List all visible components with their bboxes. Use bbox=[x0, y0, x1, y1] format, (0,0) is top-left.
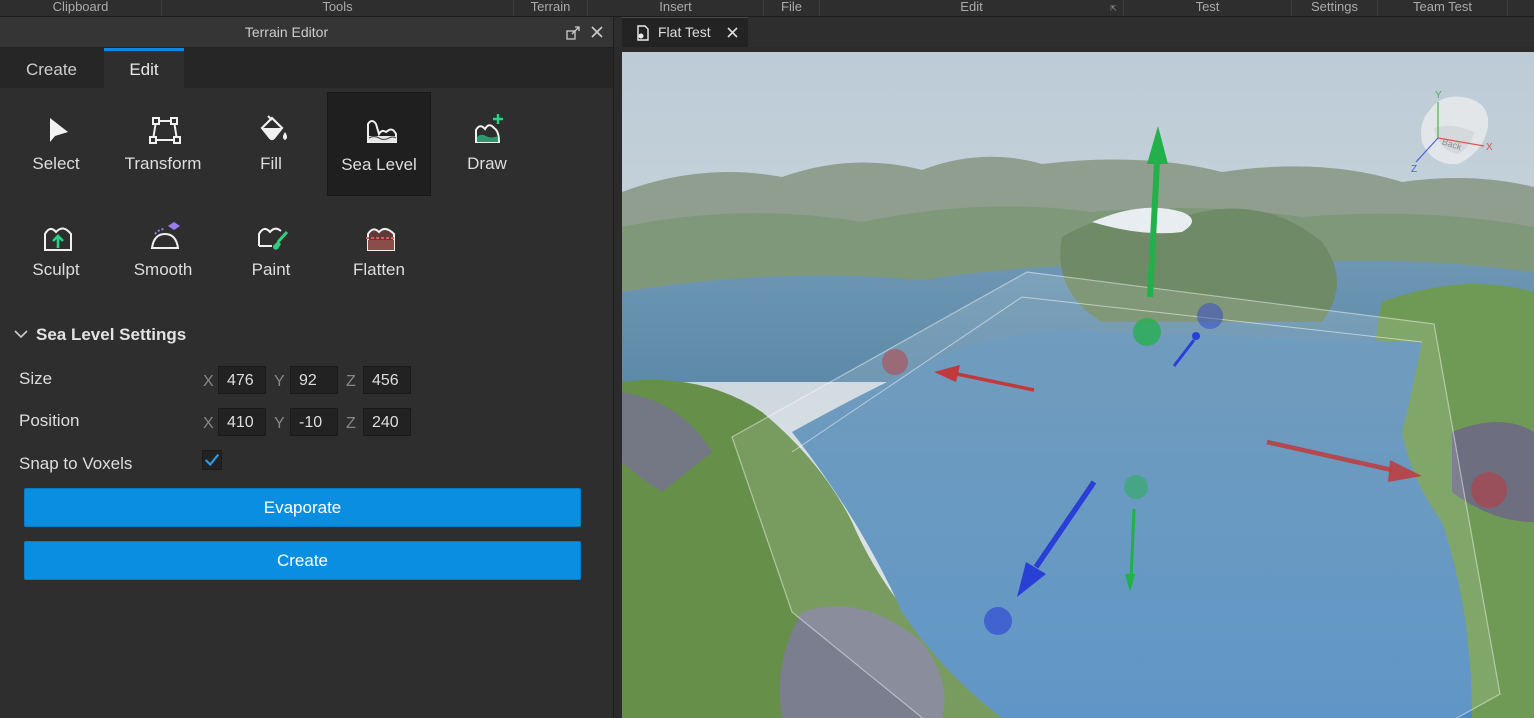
evaporate-button[interactable]: Evaporate bbox=[24, 488, 581, 527]
size-z-field[interactable]: 456 bbox=[363, 366, 411, 394]
tool-label: Sea Level bbox=[341, 155, 417, 174]
ribbon-section-tools: Tools bbox=[162, 0, 514, 16]
view-cube[interactable]: Back Y X Z bbox=[1402, 82, 1512, 182]
terrain-scene bbox=[622, 52, 1534, 718]
size-label: Size bbox=[19, 369, 53, 388]
tool-label: Fill bbox=[260, 154, 282, 173]
tool-select[interactable]: Select bbox=[4, 92, 108, 196]
cursor-arrow-icon bbox=[50, 118, 68, 142]
ribbon-section-edit: Edit ⇱ bbox=[820, 0, 1124, 16]
create-button[interactable]: Create bbox=[24, 541, 581, 580]
position-x-field[interactable]: 410 bbox=[218, 408, 266, 436]
ribbon-section-labels: Clipboard Tools Terrain Insert File Edit… bbox=[0, 0, 1534, 17]
size-x-field[interactable]: 476 bbox=[218, 366, 266, 394]
draw-terrain-icon bbox=[475, 114, 503, 143]
panel-title-bar: Terrain Editor bbox=[0, 17, 613, 48]
size-z-axis-label: Z bbox=[346, 373, 356, 390]
position-x-axis-label: X bbox=[203, 415, 214, 432]
document-tab-bar: Flat Test bbox=[614, 17, 1534, 47]
tool-label: Flatten bbox=[353, 260, 405, 279]
ribbon-section-test: Test bbox=[1124, 0, 1292, 16]
smooth-icon bbox=[150, 222, 180, 249]
tool-smooth[interactable]: Smooth bbox=[111, 200, 215, 304]
transform-box-icon bbox=[149, 117, 181, 144]
3d-viewport[interactable]: Back Y X Z bbox=[622, 52, 1534, 718]
tool-paint[interactable]: Paint bbox=[219, 200, 323, 304]
close-icon[interactable] bbox=[590, 25, 604, 39]
checkmark-icon bbox=[204, 453, 220, 467]
tool-draw[interactable]: Draw bbox=[435, 92, 539, 196]
tool-flatten[interactable]: Flatten bbox=[327, 200, 431, 304]
position-z-axis-label: Z bbox=[346, 415, 356, 432]
close-icon[interactable] bbox=[727, 27, 738, 38]
ribbon-section-terrain: Terrain bbox=[514, 0, 588, 16]
tab-create[interactable]: Create bbox=[0, 48, 103, 88]
terrain-editor-panel: Terrain Editor Create Edit Select Transf… bbox=[0, 17, 614, 718]
snap-to-voxels-label: Snap to Voxels bbox=[19, 454, 133, 473]
tool-sculpt[interactable]: Sculpt bbox=[4, 200, 108, 304]
tool-fill[interactable]: Fill bbox=[219, 92, 323, 196]
tool-label: Paint bbox=[251, 260, 291, 279]
tool-label: Sculpt bbox=[32, 260, 80, 279]
paint-bucket-icon bbox=[260, 115, 287, 141]
ribbon-section-team-test: Team Test bbox=[1378, 0, 1508, 16]
section-expand-icon[interactable]: ⇱ bbox=[1110, 2, 1117, 16]
sea-level-icon bbox=[367, 120, 397, 143]
tool-transform[interactable]: Transform bbox=[111, 92, 215, 196]
panel-title: Terrain Editor bbox=[244, 24, 329, 40]
tool-label: Smooth bbox=[133, 260, 193, 279]
sculpt-icon bbox=[44, 227, 72, 251]
ribbon-section-edit-label: Edit bbox=[960, 0, 983, 14]
position-y-field[interactable]: -10 bbox=[290, 408, 338, 436]
size-x-axis-label: X bbox=[203, 373, 214, 390]
view-cube-y-label: Y bbox=[1435, 90, 1442, 101]
position-z-field[interactable]: 240 bbox=[363, 408, 411, 436]
flatten-icon bbox=[366, 228, 396, 251]
ribbon-section-file: File bbox=[764, 0, 820, 16]
paint-brush-icon bbox=[258, 227, 289, 250]
chevron-down-icon bbox=[14, 330, 28, 339]
tool-label: Select bbox=[32, 154, 80, 173]
tab-edit[interactable]: Edit bbox=[104, 48, 184, 88]
size-y-axis-label: Y bbox=[274, 373, 285, 390]
tool-label: Transform bbox=[124, 154, 202, 173]
view-cube-z-label: Z bbox=[1411, 164, 1417, 175]
document-icon bbox=[637, 25, 649, 41]
view-cube-x-label: X bbox=[1486, 142, 1493, 153]
tab-flat-test[interactable]: Flat Test bbox=[622, 17, 748, 47]
ribbon-section-clipboard: Clipboard bbox=[0, 0, 162, 16]
tab-label: Flat Test bbox=[658, 24, 711, 40]
mode-tabs: Create Edit bbox=[0, 48, 613, 88]
ribbon-section-settings: Settings bbox=[1292, 0, 1378, 16]
settings-title: Sea Level Settings bbox=[36, 325, 187, 344]
ribbon-section-insert: Insert bbox=[588, 0, 764, 16]
tool-sea-level[interactable]: Sea Level bbox=[327, 92, 431, 196]
position-y-axis-label: Y bbox=[274, 415, 285, 432]
tool-label: Draw bbox=[467, 154, 507, 173]
position-label: Position bbox=[19, 411, 80, 430]
size-y-field[interactable]: 92 bbox=[290, 366, 338, 394]
dock-icon[interactable] bbox=[566, 26, 580, 40]
snap-to-voxels-checkbox[interactable] bbox=[202, 450, 222, 470]
